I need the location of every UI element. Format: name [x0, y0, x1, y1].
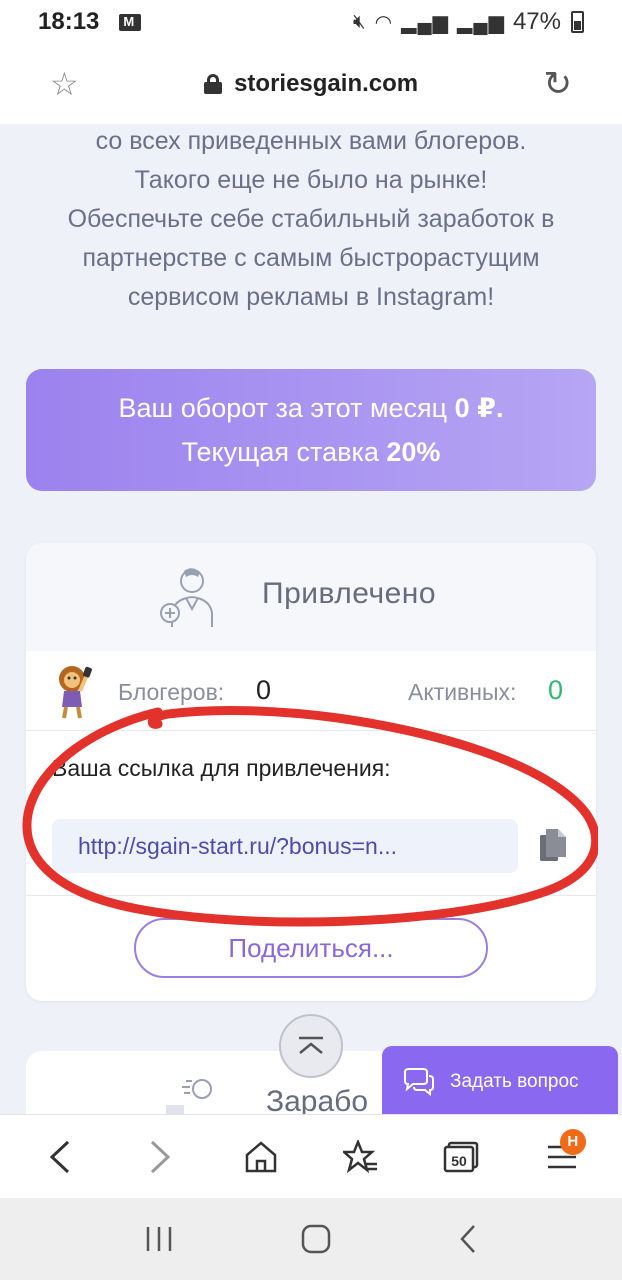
bloggers-count: 0	[256, 675, 272, 705]
turnover-banner: Ваш оборот за этот месяц 0 ₽. Текущая ст…	[26, 369, 596, 491]
system-back-icon[interactable]	[458, 1224, 478, 1254]
intro-text: со всех приведенных вами блогеров. Таког…	[0, 124, 622, 317]
status-indicators: 🔇︎ ◠ ▂▄▆ ▂▄▆ 47%	[353, 8, 584, 36]
bookmarks-button[interactable]	[331, 1127, 391, 1187]
chat-bubbles-icon	[404, 1068, 434, 1096]
turnover-label: Ваш оборот за этот месяц	[118, 393, 448, 423]
recent-apps-icon[interactable]	[144, 1226, 174, 1252]
home-icon	[245, 1140, 277, 1172]
add-user-icon	[160, 568, 213, 627]
battery-percent: 47%	[512, 8, 561, 35]
scroll-to-top-button[interactable]	[279, 1014, 343, 1078]
url-field[interactable]: storiesgain.com	[204, 70, 418, 98]
ask-question-button[interactable]: Задать вопрос	[382, 1046, 618, 1114]
turnover-value: 0 ₽.	[454, 393, 504, 423]
star-list-icon	[343, 1139, 378, 1173]
active-count: 0	[548, 675, 564, 705]
url-text: storiesgain.com	[234, 70, 419, 97]
stats-row: Блогеров: 0 Активных: 0	[26, 651, 596, 731]
reload-icon[interactable]: ↻	[544, 64, 573, 104]
bloggers-label: Блогеров:	[118, 679, 225, 705]
rate-label: Текущая ставка	[181, 437, 379, 467]
ask-question-label: Задать вопрос	[450, 1071, 579, 1092]
page-content: со всех приведенных вами блогеров. Таког…	[0, 124, 622, 1114]
status-bar: 18:13 🔇︎ ◠ ▂▄▆ ▂▄▆ 47%	[0, 0, 622, 44]
tabs-count: 50	[452, 1153, 468, 1169]
intro-line: со всех приведенных вами блогеров.	[95, 127, 527, 155]
chevron-left-icon	[49, 1140, 70, 1173]
signal-icon-2: ▂▄▆	[457, 11, 505, 34]
wifi-icon: ◠	[374, 11, 394, 34]
attracted-card-header: Привлечено	[26, 543, 596, 651]
signal-icon: ▂▄▆	[401, 11, 450, 34]
card-divider	[26, 895, 596, 896]
tabs-icon: 50	[444, 1141, 479, 1172]
intro-line: Такого еще не было на рынке!	[134, 166, 488, 194]
lion-mascot-icon	[59, 666, 92, 719]
attracted-title: Привлечено	[262, 577, 437, 610]
status-time: 18:13	[38, 8, 100, 35]
home-button[interactable]	[231, 1127, 291, 1187]
attracted-card: Привлечено Блогеров: 0 Активных: 0 Ваша …	[26, 543, 596, 1001]
battery-icon	[571, 11, 584, 33]
active-label: Активных:	[408, 679, 517, 705]
chevron-right-icon	[151, 1140, 171, 1173]
intro-line: Обеспечьте себе стабильный заработок в	[67, 205, 555, 233]
address-bar: ☆ storiesgain.com ↻	[0, 44, 622, 124]
forward-button[interactable]	[130, 1127, 190, 1187]
coins-icon	[166, 1079, 212, 1114]
bookmark-star-icon[interactable]: ☆	[50, 65, 79, 103]
gmail-icon	[119, 13, 142, 31]
mute-icon: 🔇︎	[353, 10, 367, 33]
back-button[interactable]	[30, 1127, 90, 1187]
intro-line: сервисом рекламы в Instagram!	[127, 283, 495, 311]
turnover-line: Ваш оборот за этот месяц 0 ₽.	[26, 386, 596, 430]
rate-line: Текущая ставка 20%	[26, 430, 596, 474]
share-button[interactable]: Поделиться...	[134, 918, 488, 978]
system-home-icon[interactable]	[301, 1224, 331, 1254]
rate-value: 20%	[386, 437, 441, 467]
referral-link-label: Ваша ссылка для привлечения:	[52, 755, 391, 781]
system-nav-bar	[0, 1198, 622, 1280]
intro-line: партнерстве с самым быстрорастущим	[82, 244, 540, 272]
lock-icon	[204, 74, 223, 94]
double-chevron-up-icon	[299, 1036, 323, 1054]
menu-badge: H	[559, 1128, 586, 1155]
tabs-button[interactable]: 50	[431, 1127, 491, 1187]
menu-button[interactable]: H	[532, 1127, 592, 1187]
browser-bottom-nav: 50 H	[0, 1114, 622, 1198]
copy-icon[interactable]	[540, 829, 566, 863]
earnings-title: Зарабо	[266, 1085, 369, 1114]
referral-link-field[interactable]: http://sgain-start.ru/?bonus=n...	[52, 819, 518, 873]
